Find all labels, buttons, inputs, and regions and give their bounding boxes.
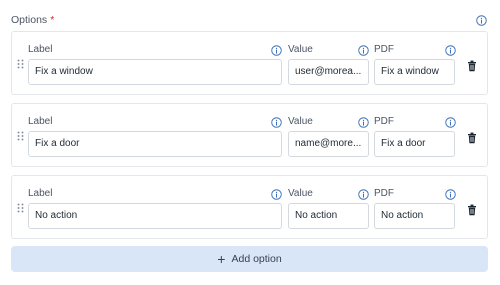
options-section-title: Options * bbox=[11, 14, 54, 26]
add-option-button[interactable]: + Add option bbox=[11, 246, 488, 272]
drag-handle-icon[interactable] bbox=[17, 203, 24, 213]
label-info-icon[interactable] bbox=[271, 45, 282, 56]
option-value-input[interactable]: name@more... bbox=[288, 131, 369, 157]
pdf-column-label: PDF bbox=[374, 188, 394, 199]
label-column-label: Label bbox=[28, 116, 53, 127]
option-pdf-input[interactable]: No action bbox=[374, 203, 455, 229]
value-column-label: Value bbox=[288, 188, 313, 199]
options-section-header: Options * bbox=[11, 13, 489, 29]
label-info-icon[interactable] bbox=[271, 189, 282, 200]
pdf-info-icon[interactable] bbox=[445, 45, 456, 56]
value-info-icon[interactable] bbox=[358, 45, 369, 56]
option-label-input[interactable]: No action bbox=[28, 203, 282, 229]
value-info-icon[interactable] bbox=[358, 117, 369, 128]
option-pdf-input[interactable]: Fix a window bbox=[374, 59, 455, 85]
pdf-column-label: PDF bbox=[374, 44, 394, 55]
drag-handle-icon[interactable] bbox=[17, 131, 24, 141]
value-column-label: Value bbox=[288, 116, 313, 127]
trash-icon[interactable] bbox=[467, 132, 477, 144]
option-value-input[interactable]: No action bbox=[288, 203, 369, 229]
plus-icon: + bbox=[217, 250, 226, 267]
pdf-info-icon[interactable] bbox=[445, 189, 456, 200]
label-column-label: Label bbox=[28, 188, 53, 199]
drag-handle-icon[interactable] bbox=[17, 59, 24, 69]
value-column-label: Value bbox=[288, 44, 313, 55]
info-icon[interactable] bbox=[476, 15, 487, 26]
required-indicator: * bbox=[50, 14, 55, 26]
value-info-icon[interactable] bbox=[358, 189, 369, 200]
pdf-info-icon[interactable] bbox=[445, 117, 456, 128]
option-row: Label Value PDF Fix a door name@more... … bbox=[11, 103, 488, 167]
option-label-input[interactable]: Fix a window bbox=[28, 59, 282, 85]
pdf-column-label: PDF bbox=[374, 116, 394, 127]
option-label-input[interactable]: Fix a door bbox=[28, 131, 282, 157]
option-pdf-input[interactable]: Fix a door bbox=[374, 131, 455, 157]
label-column-label: Label bbox=[28, 44, 53, 55]
option-row: Label Value PDF No action No action No a… bbox=[11, 175, 488, 239]
add-option-label: Add option bbox=[231, 253, 282, 265]
option-row: Label Value PDF Fix a window user@morea.… bbox=[11, 31, 488, 95]
option-value-input[interactable]: user@morea... bbox=[288, 59, 369, 85]
label-info-icon[interactable] bbox=[271, 117, 282, 128]
trash-icon[interactable] bbox=[467, 204, 477, 216]
section-title-text: Options bbox=[11, 14, 48, 26]
trash-icon[interactable] bbox=[467, 60, 477, 72]
